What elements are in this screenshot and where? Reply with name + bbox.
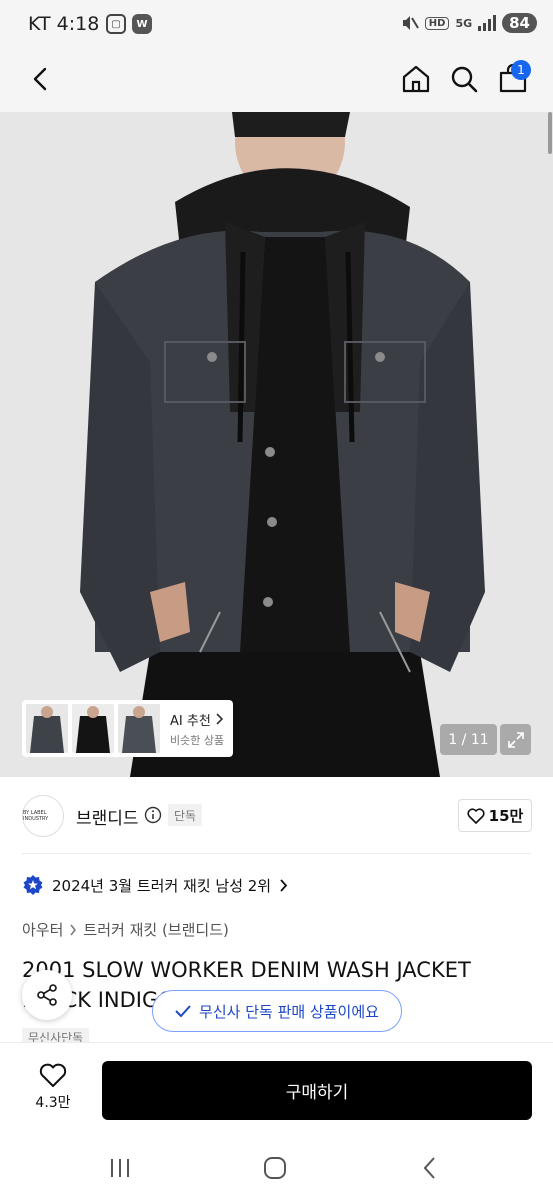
- ai-recommend-strip[interactable]: AI 추천 비슷한 상품: [22, 700, 233, 757]
- scrollbar[interactable]: [548, 112, 552, 154]
- image-counter: 1 / 11: [440, 724, 497, 755]
- category-breadcrumb: 아우터 트러커 재킷 (브랜디드): [22, 919, 229, 940]
- chevron-right-icon: [216, 713, 223, 725]
- product-image[interactable]: AI 추천 비슷한 상품 1 / 11: [0, 112, 553, 777]
- ranking-text: 2024년 3월 트러커 재킷 남성 2위: [52, 876, 272, 895]
- chevron-right-icon: [70, 924, 77, 935]
- network-5g-icon: 5G: [455, 16, 473, 30]
- category-child[interactable]: 트러커 재킷 (브랜디드): [83, 919, 228, 940]
- wishlist-count: 4.3만: [35, 1095, 71, 1111]
- ai-recommend-subtitle: 비슷한 상품: [170, 733, 225, 747]
- model-denim-jacket-image: [0, 112, 553, 777]
- info-icon[interactable]: [144, 806, 162, 824]
- app-header: 1: [0, 50, 553, 112]
- brand-exclusive-badge: 단독: [168, 804, 203, 826]
- status-right-icons: HD 5G 84: [401, 13, 537, 33]
- ranking-link[interactable]: 2024년 3월 트러커 재킷 남성 2위: [22, 874, 288, 896]
- ai-title-text: AI 추천: [170, 713, 211, 729]
- cart-count-badge: 1: [511, 60, 531, 80]
- exclusive-toast: 무신사 단독 판매 상품이에요: [152, 990, 402, 1032]
- back-icon[interactable]: [26, 64, 56, 94]
- signal-icon: [478, 15, 497, 31]
- share-button[interactable]: [22, 970, 72, 1020]
- similar-item-thumb[interactable]: [72, 704, 114, 753]
- heart-icon: [467, 807, 485, 824]
- brand-like-count: 15만: [488, 807, 524, 825]
- divider: [22, 853, 531, 854]
- mute-icon: [402, 16, 419, 30]
- brand-name[interactable]: 브랜디드: [76, 804, 139, 829]
- system-nav-bar: [0, 1132, 553, 1200]
- recent-apps-icon[interactable]: [106, 1154, 134, 1182]
- brand-logo[interactable]: BY LABEL INDUSTRY: [22, 795, 64, 837]
- brand-like-button[interactable]: 15만: [458, 799, 532, 832]
- home-icon[interactable]: [399, 62, 433, 96]
- ai-recommend-title: AI 추천: [170, 710, 224, 729]
- status-bar: KT 4:18 ▢ W HD 5G 84: [0, 0, 553, 50]
- wishlist-button[interactable]: 4.3만: [22, 1063, 84, 1119]
- check-icon: [175, 1005, 191, 1017]
- toast-text: 무신사 단독 판매 상품이에요: [199, 1002, 379, 1021]
- purchase-bar: 4.3만 구매하기: [0, 1042, 553, 1132]
- category-parent[interactable]: 아우터: [22, 919, 63, 940]
- product-title-line1: 2001 SLOW WORKER DENIM WASH JACKET: [22, 958, 471, 982]
- screenshot-icon: ▢: [106, 14, 126, 34]
- heart-icon: [39, 1063, 67, 1087]
- expand-button[interactable]: [500, 724, 531, 755]
- hd-icon: HD: [424, 16, 450, 30]
- expand-icon: [507, 731, 524, 748]
- chevron-right-icon: [280, 878, 288, 892]
- home-nav-icon[interactable]: [261, 1154, 289, 1182]
- similar-item-thumb[interactable]: [26, 704, 68, 753]
- back-nav-icon[interactable]: [416, 1154, 444, 1182]
- battery-indicator: 84: [502, 13, 537, 33]
- ranking-badge-icon: [23, 875, 43, 895]
- status-left-icons: ▢ W: [106, 14, 152, 34]
- ai-recommend-label[interactable]: AI 추천 비슷한 상품: [170, 710, 224, 748]
- buy-button[interactable]: 구매하기: [102, 1061, 532, 1120]
- status-time: KT 4:18: [28, 13, 100, 35]
- share-icon: [37, 984, 57, 1006]
- search-icon[interactable]: [447, 62, 481, 96]
- w-app-icon: W: [132, 14, 152, 34]
- similar-item-thumb[interactable]: [118, 704, 160, 753]
